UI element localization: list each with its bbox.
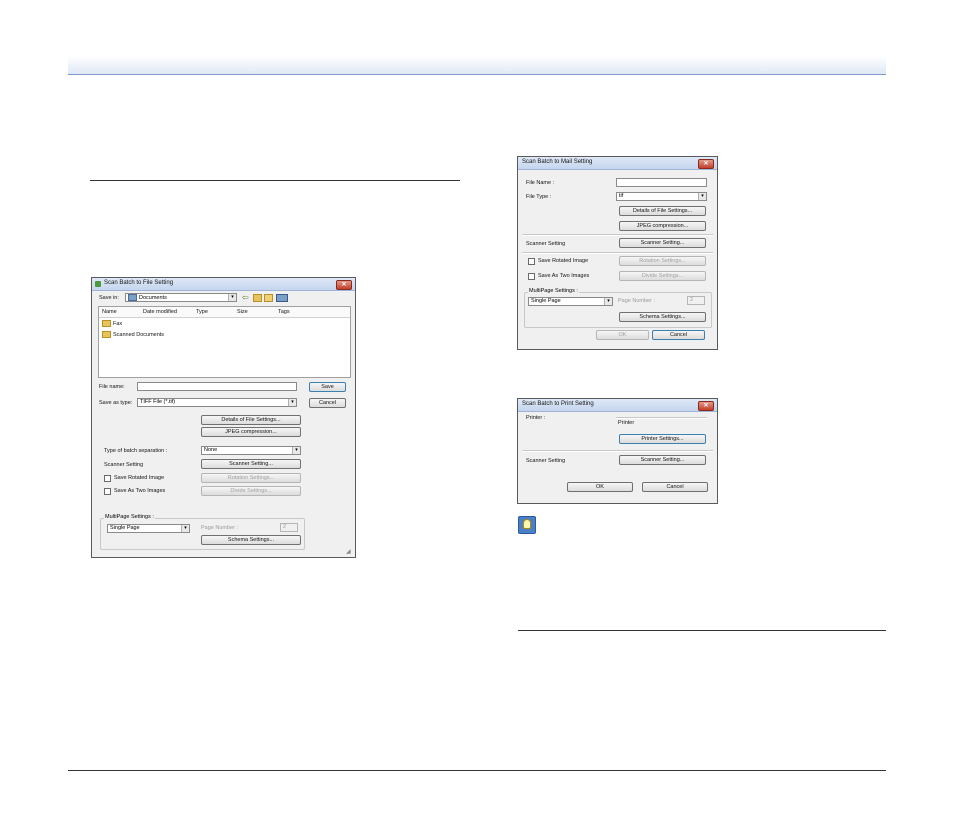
- chevron-down-icon: ▾: [181, 525, 189, 532]
- column-header[interactable]: Tags: [278, 309, 290, 315]
- ok-button[interactable]: OK: [596, 330, 649, 340]
- jpeg-compression-button[interactable]: JPEG compression...: [619, 221, 706, 231]
- page-number-label: Page Number :: [618, 298, 655, 304]
- scanner-setting-button[interactable]: Scanner Setting...: [201, 459, 301, 469]
- folder-icon: [102, 331, 111, 338]
- batch-separation-dropdown[interactable]: None ▾: [201, 446, 301, 455]
- printer-settings-button[interactable]: Printer Settings...: [619, 434, 706, 444]
- page-number-field[interactable]: 2: [280, 523, 298, 532]
- divider: [522, 252, 713, 254]
- close-icon[interactable]: ✕: [336, 280, 352, 290]
- file-name-field[interactable]: [137, 382, 297, 391]
- chevron-down-icon: ▾: [698, 193, 706, 200]
- save-in-label: Save in:: [99, 295, 119, 301]
- scanner-setting-label: Scanner Setting: [526, 458, 566, 464]
- page-number-label: Page Number :: [201, 525, 238, 531]
- file-type-dropdown[interactable]: tif ▾: [616, 192, 707, 201]
- schema-settings-button[interactable]: Schema Settings...: [201, 535, 301, 545]
- rotation-settings-button[interactable]: Rotation Settings...: [619, 256, 706, 266]
- cancel-button[interactable]: Cancel: [642, 482, 708, 492]
- save-as-type-dropdown[interactable]: TIFF File (*.tif) ▾: [137, 398, 297, 407]
- printer-name-separator: [616, 417, 707, 419]
- dialog-title: Scan Batch to File Setting: [104, 280, 174, 286]
- dialog-title: Scan Batch to Mail Setting: [522, 159, 593, 165]
- file-name-label: File name:: [99, 384, 125, 390]
- multipage-group: [100, 518, 305, 550]
- dialog-title-bar: Scan Batch to File Setting ✕: [92, 278, 355, 291]
- schema-settings-button[interactable]: Schema Settings...: [619, 312, 706, 322]
- list-header: Name Date modified Type Size Tags: [99, 307, 350, 318]
- close-icon[interactable]: ✕: [698, 159, 714, 169]
- save-rotated-label: Save Rotated Image: [538, 258, 589, 264]
- chevron-down-icon: ▾: [228, 294, 236, 301]
- rotation-settings-button[interactable]: Rotation Settings...: [201, 473, 301, 483]
- column-header[interactable]: Date modified: [143, 309, 177, 315]
- scanner-setting-button[interactable]: Scanner Setting...: [619, 455, 706, 465]
- back-icon[interactable]: ⇦: [242, 293, 249, 302]
- section-rule-right: [518, 630, 886, 631]
- dialog-title-bar: Scan Batch to Mail Setting ✕: [518, 157, 717, 170]
- column-header[interactable]: Name: [102, 309, 117, 315]
- scanner-setting-button[interactable]: Scanner Setting...: [619, 238, 706, 248]
- details-of-file-settings-button[interactable]: Details of File Settings...: [619, 206, 706, 216]
- chevron-down-icon: ▾: [292, 447, 300, 454]
- folder-icon: [128, 294, 137, 301]
- multipage-dropdown[interactable]: Single Page ▾: [528, 297, 613, 306]
- scan-to-print-dialog: Scan Batch to Print Setting ✕ Printer : …: [517, 398, 718, 504]
- dialog-title: Scan Batch to Print Setting: [522, 401, 594, 407]
- folder-icon: [102, 320, 111, 327]
- jpeg-compression-button[interactable]: JPEG compression...: [201, 427, 301, 437]
- scan-to-file-dialog: Scan Batch to File Setting ✕ Save in: Do…: [91, 277, 356, 558]
- column-header[interactable]: Size: [237, 309, 248, 315]
- batch-separation-label: Type of batch separation :: [104, 448, 168, 454]
- page-footer-rule: [68, 770, 886, 771]
- new-folder-icon[interactable]: [264, 294, 273, 302]
- file-list[interactable]: Name Date modified Type Size Tags Fax Sc…: [98, 306, 351, 378]
- lightbulb-icon: [518, 516, 536, 534]
- chevron-down-icon: ▾: [604, 298, 612, 305]
- save-rotated-label: Save Rotated Image: [114, 475, 165, 481]
- save-two-images-label: Save As Two Images: [114, 488, 166, 494]
- ok-button[interactable]: OK: [567, 482, 633, 492]
- printer-label: Printer :: [526, 415, 546, 421]
- app-icon: [95, 281, 101, 287]
- cancel-button[interactable]: Cancel: [652, 330, 705, 340]
- scan-to-mail-dialog: Scan Batch to Mail Setting ✕ File Name :…: [517, 156, 718, 350]
- file-name-label: File Name :: [526, 180, 555, 186]
- save-button[interactable]: Save: [309, 382, 346, 392]
- column-header[interactable]: Type: [196, 309, 208, 315]
- multipage-label: MultiPage Settings :: [528, 288, 579, 294]
- cancel-button[interactable]: Cancel: [309, 398, 346, 408]
- page-number-field[interactable]: 2: [687, 296, 705, 305]
- save-in-dropdown[interactable]: Documents ▾: [125, 293, 237, 302]
- printer-name: Printer: [618, 420, 635, 426]
- save-rotated-checkbox[interactable]: [528, 258, 535, 265]
- list-item[interactable]: Fax: [102, 320, 122, 327]
- multipage-label: MultiPage Settings :: [104, 514, 155, 520]
- chevron-down-icon: ▾: [288, 399, 296, 406]
- file-name-field[interactable]: [616, 178, 707, 187]
- scanner-setting-label: Scanner Setting: [526, 241, 566, 247]
- save-two-images-checkbox[interactable]: [104, 488, 111, 495]
- view-menu-icon[interactable]: [276, 294, 288, 302]
- save-two-images-checkbox[interactable]: [528, 273, 535, 280]
- details-of-file-settings-button[interactable]: Details of File Settings...: [201, 415, 301, 425]
- divide-settings-button[interactable]: Divide Settings...: [201, 486, 301, 496]
- save-two-images-label: Save As Two Images: [538, 273, 590, 279]
- multipage-dropdown[interactable]: Single Page ▾: [107, 524, 190, 533]
- divider: [522, 450, 713, 452]
- up-folder-icon[interactable]: [253, 294, 262, 302]
- scanner-setting-label: Scanner Setting: [104, 462, 144, 468]
- divide-settings-button[interactable]: Divide Settings...: [619, 271, 706, 281]
- save-as-type-label: Save as type:: [99, 400, 133, 406]
- close-icon[interactable]: ✕: [698, 401, 714, 411]
- section-rule-left: [90, 180, 460, 181]
- divider: [522, 234, 713, 236]
- list-item[interactable]: Scanned Documents: [102, 331, 164, 338]
- page-header-bar: [68, 56, 886, 75]
- dialog-title-bar: Scan Batch to Print Setting ✕: [518, 399, 717, 412]
- save-rotated-checkbox[interactable]: [104, 475, 111, 482]
- resize-grip-icon[interactable]: ◢: [346, 548, 351, 555]
- file-type-label: File Type :: [526, 194, 552, 200]
